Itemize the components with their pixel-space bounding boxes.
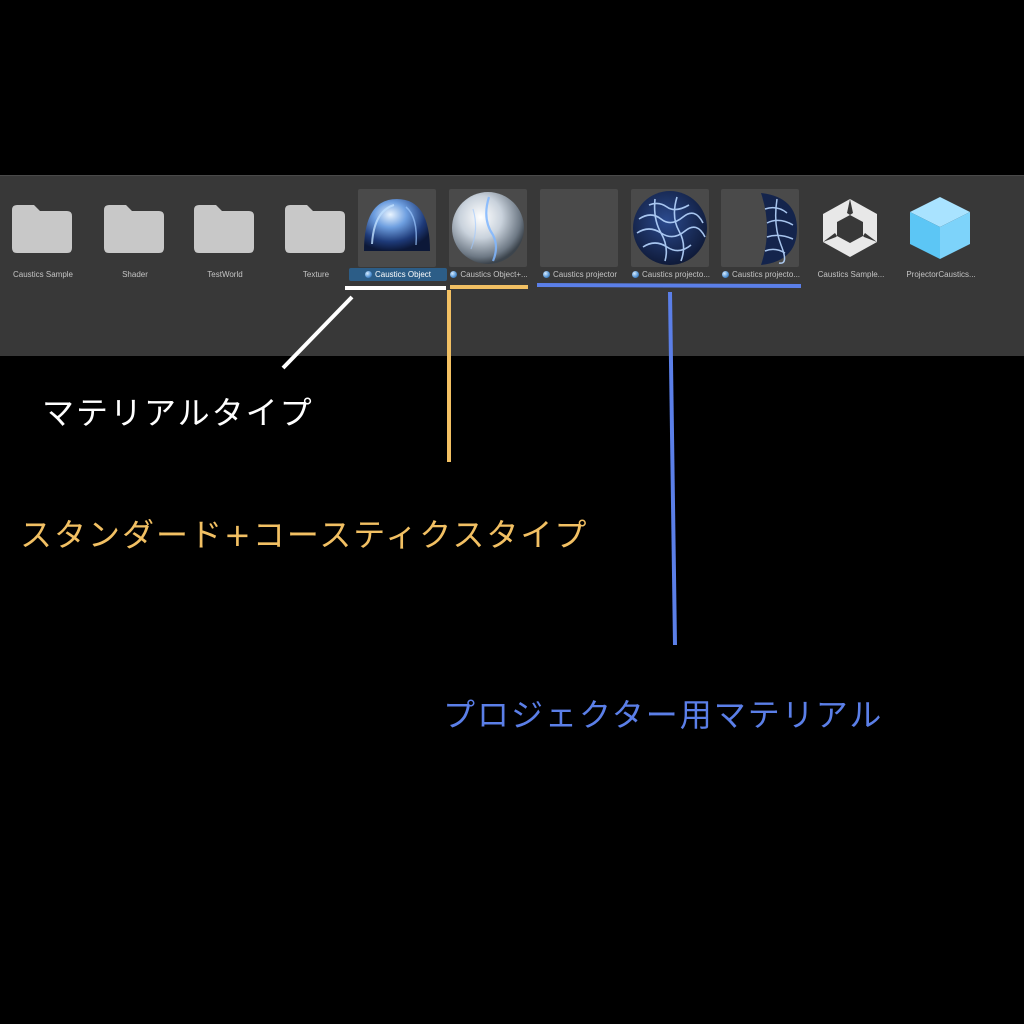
annotation-standard-caustics-type: スタンダード+コースティクスタイプ: [20, 516, 589, 554]
pointer-line-blue: [668, 291, 677, 646]
pointer-line-white: [281, 295, 354, 370]
annotation-projector-material: プロジェクター用マテリアル: [443, 696, 884, 734]
annotation-material-type: マテリアルタイプ: [42, 394, 314, 432]
underline-blue: [536, 283, 802, 288]
